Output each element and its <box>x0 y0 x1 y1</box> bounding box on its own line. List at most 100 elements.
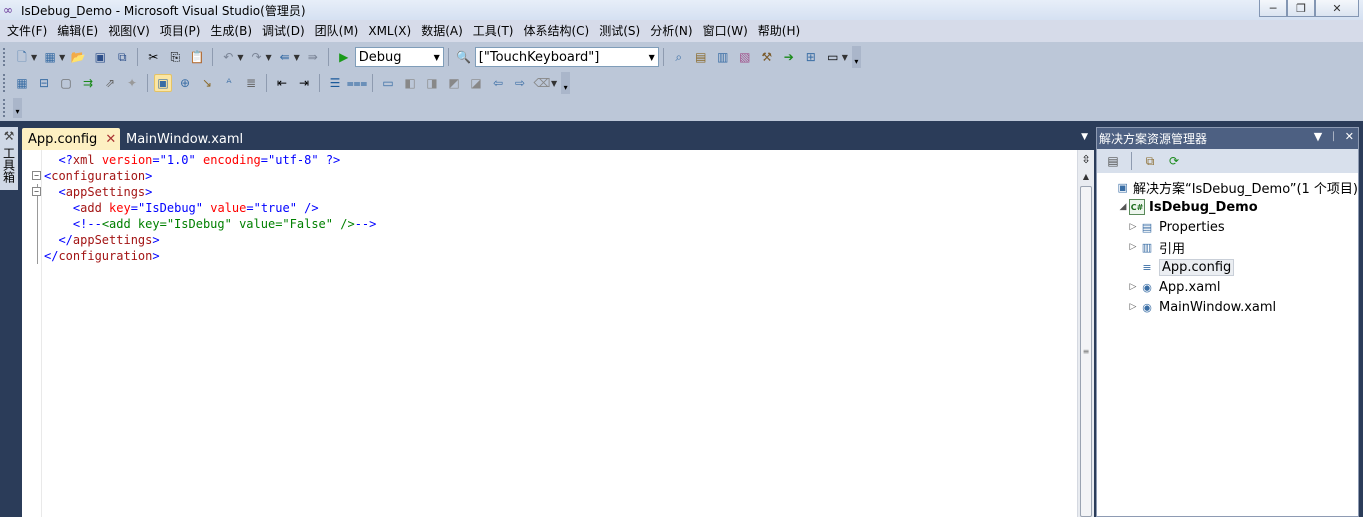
scrollbar-thumb[interactable]: ≡ <box>1080 186 1092 517</box>
chevron-down-icon[interactable]: ▼ <box>237 53 243 62</box>
scroll-up-icon[interactable]: ▲ <box>1078 170 1094 184</box>
tree-node[interactable]: ▷ ▥ 引用 <box>1097 237 1358 257</box>
next-bookmark-in-document-icon[interactable]: ⇨ <box>511 74 529 92</box>
code-line[interactable]: <add key="IsDebug" value="true" /> <box>44 200 376 216</box>
next-bookmark-in-folder-icon[interactable]: ◪ <box>467 74 485 92</box>
code-line[interactable]: − <appSettings> <box>32 184 376 200</box>
xml-tree-icon[interactable]: ⊟ <box>35 74 53 92</box>
next-bookmark-icon[interactable]: ◨ <box>423 74 441 92</box>
parameter-info-icon[interactable]: ↘ <box>198 74 216 92</box>
menu-project[interactable]: 项目(P) <box>155 20 206 42</box>
open-folder-icon[interactable]: 📂 <box>69 48 87 66</box>
expand-arrow-icon[interactable]: ▷ <box>1127 302 1139 312</box>
toolbox-icon[interactable]: ⚒ <box>758 48 776 66</box>
solution-explorer-icon[interactable]: ▤ <box>692 48 710 66</box>
complete-word-icon[interactable]: ⊕ <box>176 74 194 92</box>
run-xslt-icon[interactable]: ⇉ <box>79 74 97 92</box>
clear-bookmarks-icon[interactable]: ⌫ <box>533 74 551 92</box>
menu-xml[interactable]: XML(X) <box>363 20 416 42</box>
menu-team[interactable]: 团队(M) <box>310 20 364 42</box>
comment-out-icon[interactable]: ☰ <box>326 74 344 92</box>
collapse-region-icon[interactable]: − <box>32 187 41 196</box>
close-icon[interactable]: ✕ <box>1345 130 1354 143</box>
previous-bookmark-icon[interactable]: ◧ <box>401 74 419 92</box>
previous-bookmark-in-document-icon[interactable]: ⇦ <box>489 74 507 92</box>
menu-debug[interactable]: 调试(D) <box>257 20 310 42</box>
menu-analyze[interactable]: 分析(N) <box>645 20 697 42</box>
xsd-icon[interactable]: ▢ <box>57 74 75 92</box>
menu-architecture[interactable]: 体系结构(C) <box>518 20 594 42</box>
decrease-indent-icon[interactable]: ⇤ <box>273 74 291 92</box>
refresh-icon[interactable]: ⟳ <box>1165 152 1183 170</box>
navigate-backward-icon[interactable]: ⇚ <box>276 48 294 66</box>
tree-node[interactable]: ▷ ◉ MainWindow.xaml <box>1097 297 1358 317</box>
collapse-region-icon[interactable]: − <box>32 171 41 180</box>
chevron-down-icon[interactable]: ▼ <box>551 79 557 88</box>
toolbar-grip[interactable] <box>3 98 7 117</box>
start-page-icon[interactable]: ➔ <box>780 48 798 66</box>
find-in-files-icon[interactable]: 🔍 <box>455 48 473 66</box>
expand-arrow-icon[interactable]: ▷ <box>1127 282 1139 292</box>
toggle-bookmark-icon[interactable]: ▭ <box>379 74 397 92</box>
properties-icon[interactable]: ▤ <box>1104 152 1122 170</box>
show-all-files-icon[interactable]: ⧉ <box>1141 152 1159 170</box>
editor-vertical-scrollbar[interactable]: ⇳ ▲ ≡ <box>1077 150 1094 517</box>
previous-bookmark-in-folder-icon[interactable]: ◩ <box>445 74 463 92</box>
paste-icon[interactable]: 📋 <box>188 48 206 66</box>
redo-icon[interactable]: ↷ <box>247 48 265 66</box>
menu-edit[interactable]: 编辑(E) <box>52 20 103 42</box>
menu-file[interactable]: 文件(F) <box>2 20 52 42</box>
expand-arrow-icon[interactable]: ▷ <box>1127 222 1139 232</box>
command-window-icon[interactable]: ▭ <box>824 48 842 66</box>
menu-test[interactable]: 测试(S) <box>594 20 645 42</box>
add-item-icon[interactable]: ▦ <box>41 48 59 66</box>
find-combo[interactable]: ["TouchKeyboard"] ▼ <box>474 47 659 67</box>
object-browser-icon[interactable]: ▧ <box>736 48 754 66</box>
tab-list-dropdown-icon[interactable]: ▼ <box>1081 132 1088 142</box>
minimize-button[interactable]: ─ <box>1259 0 1287 17</box>
quick-info-icon[interactable]: ᴬ <box>220 74 238 92</box>
menu-tools[interactable]: 工具(T) <box>468 20 519 42</box>
expand-arrow-icon[interactable]: ▷ <box>1127 242 1139 252</box>
tree-node[interactable]: ≡ App.config <box>1097 257 1358 277</box>
uncomment-icon[interactable]: ⩶ <box>347 74 368 92</box>
save-icon[interactable]: ▣ <box>91 48 109 66</box>
copy-icon[interactable]: ⎘ <box>166 48 184 66</box>
toolbar-grip[interactable] <box>3 74 7 92</box>
code-line[interactable]: <?xml version="1.0" encoding="utf-8" ?> <box>44 152 376 168</box>
undo-icon[interactable]: ↶ <box>219 48 237 66</box>
tree-node[interactable]: ▷ ◉ App.xaml <box>1097 277 1358 297</box>
menu-view[interactable]: 视图(V) <box>103 20 155 42</box>
toolbar-overflow-icon[interactable]: ▾ <box>851 46 861 68</box>
solution-configuration-combo[interactable]: Debug ▼ <box>354 47 444 67</box>
code-line[interactable]: − <configuration> <box>32 168 376 184</box>
window-position-dropdown-icon[interactable]: ▼ <box>1314 130 1322 143</box>
schema-icon[interactable]: ▦ <box>13 74 31 92</box>
tree-node[interactable]: ▷ ▤ Properties <box>1097 217 1358 237</box>
menu-build[interactable]: 生成(B) <box>205 20 257 42</box>
tab-app-config[interactable]: App.config ✕ <box>22 128 120 150</box>
start-debugging-icon[interactable]: ▶ <box>335 48 353 66</box>
menu-help[interactable]: 帮助(H) <box>753 20 805 42</box>
tab-mainwindow-xaml[interactable]: MainWindow.xaml <box>120 128 249 150</box>
display-word-completion-icon[interactable]: ≣ <box>242 74 260 92</box>
extension-manager-icon[interactable]: ⊞ <box>802 48 820 66</box>
toolbar-grip[interactable] <box>3 48 7 66</box>
increase-indent-icon[interactable]: ⇥ <box>295 74 313 92</box>
toolbar-overflow-icon[interactable]: ▾ <box>561 72 571 94</box>
code-line[interactable]: </appSettings> <box>44 232 376 248</box>
toolbar-overflow-icon[interactable]: ▾ <box>13 97 22 118</box>
save-all-icon[interactable]: ⧉ <box>113 48 131 66</box>
navigate-forward-icon[interactable]: ⇛ <box>304 48 322 66</box>
tree-node[interactable]: ▣ 解决方案“IsDebug_Demo”(1 个项目) <box>1097 177 1358 197</box>
chevron-down-icon[interactable]: ▼ <box>842 53 848 62</box>
properties-window-icon[interactable]: ▥ <box>714 48 732 66</box>
new-project-icon[interactable]: 🗋 <box>13 48 31 66</box>
code-line[interactable]: <!--<add key="IsDebug" value="False" />-… <box>44 216 376 232</box>
xslt-output-icon[interactable]: ✦ <box>123 74 141 92</box>
chevron-down-icon[interactable]: ▼ <box>294 53 300 62</box>
code-editor[interactable]: <?xml version="1.0" encoding="utf-8" ?> −… <box>22 150 1094 517</box>
expand-arrow-icon[interactable]: ◢ <box>1117 202 1129 212</box>
menu-window[interactable]: 窗口(W) <box>698 20 753 42</box>
code-line[interactable]: </configuration> <box>44 248 376 264</box>
